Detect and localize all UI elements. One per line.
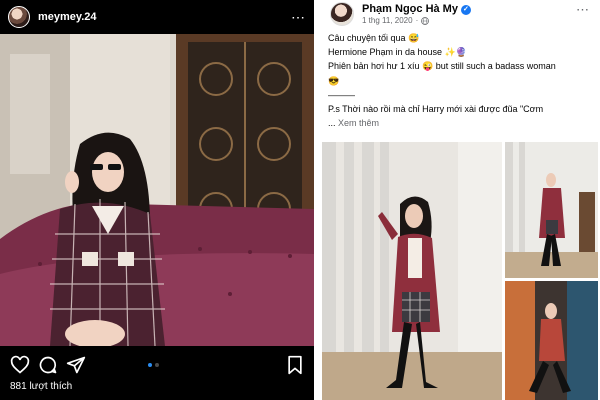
verified-badge-icon: ✓: [460, 5, 471, 15]
carousel-indicator: [148, 363, 159, 367]
more-options-icon[interactable]: ⋯: [576, 2, 590, 18]
post-date[interactable]: 1 thg 11, 2020: [362, 16, 413, 25]
post-text-line: 😎: [328, 75, 340, 86]
post-text: Câu chuyện tối qua 😅 Hermione Phạm in da…: [328, 31, 594, 130]
globe-icon: [421, 16, 430, 25]
heart-icon[interactable]: [10, 355, 30, 375]
avatar[interactable]: [8, 6, 30, 28]
photo-grid: [322, 142, 598, 400]
carousel-dot: [155, 363, 159, 367]
post-text-line: P.s Thời nào rồi mà chỉ Harry mới xài đư…: [328, 104, 544, 115]
author-name-text[interactable]: Phạm Ngọc Hà My: [362, 3, 458, 15]
post-meta: 1 thg 11, 2020 ·: [362, 16, 430, 25]
instagram-post: meymey.24 ⋯ 881 lượt thích: [0, 0, 314, 400]
meta-separator: ·: [415, 16, 419, 25]
facebook-post: Phạm Ngọc Hà My ✓ 1 thg 11, 2020 · ⋯ Câu …: [318, 0, 600, 400]
instagram-username[interactable]: meymey.24: [38, 11, 97, 23]
post-text-line: Câu chuyện tối qua 😅: [328, 33, 420, 43]
bookmark-icon[interactable]: [285, 355, 305, 375]
photo-illustration: [322, 142, 502, 400]
post-photo-main[interactable]: [322, 142, 502, 400]
share-icon[interactable]: [66, 355, 86, 375]
post-photo-tertiary[interactable]: [505, 281, 598, 400]
post-text-line: ———: [328, 89, 355, 100]
photo-illustration: [505, 281, 598, 400]
likes-count[interactable]: 881 lượt thích: [10, 381, 72, 392]
instagram-post-photo[interactable]: [0, 34, 314, 346]
post-author-name[interactable]: Phạm Ngọc Hà My ✓: [362, 3, 471, 15]
post-photo-secondary[interactable]: [505, 142, 598, 278]
photo-illustration: [505, 142, 598, 278]
avatar[interactable]: [330, 2, 354, 26]
comment-icon[interactable]: [38, 355, 58, 375]
instagram-post-header: meymey.24 ⋯: [0, 0, 314, 34]
ellipsis: ...: [328, 118, 336, 129]
see-more-link[interactable]: Xem thêm: [338, 118, 379, 128]
post-text-line: Hermione Phạm in da house ✨🔮: [328, 47, 467, 58]
more-options-icon[interactable]: ⋯: [291, 10, 306, 24]
post-text-line: Phiên bản hơi hư 1 xíu 😜 but still such …: [328, 61, 556, 72]
see-more-line: ... Xem thêm: [328, 116, 594, 130]
carousel-dot-active: [148, 363, 152, 367]
photo-illustration: [0, 34, 314, 346]
